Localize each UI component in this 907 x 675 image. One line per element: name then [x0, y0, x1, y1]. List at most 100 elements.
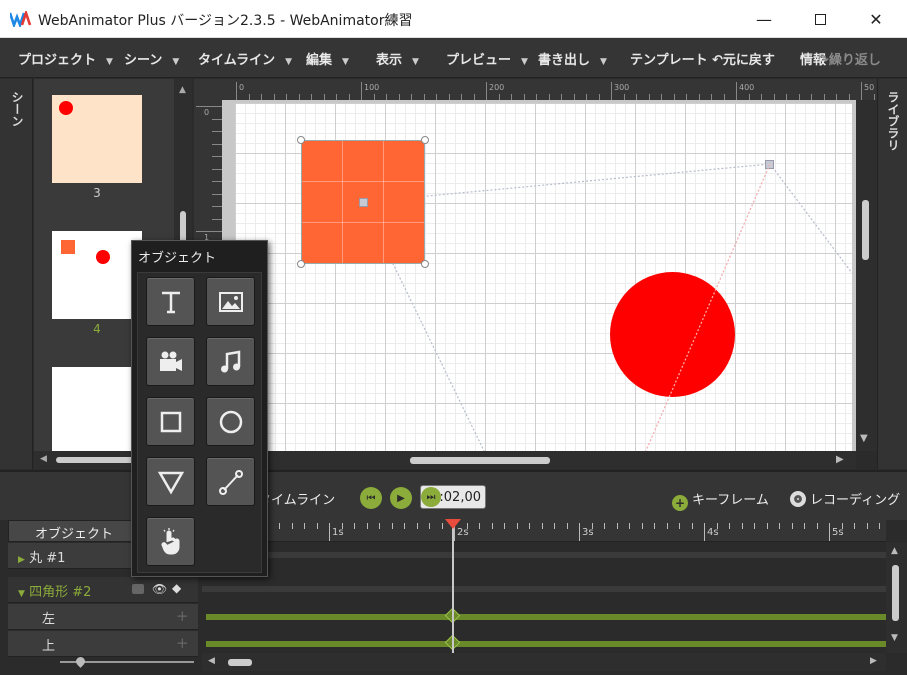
ruler-tick [212, 131, 222, 132]
recording-button[interactable]: レコーディング [790, 489, 900, 508]
timeline-row-square[interactable]: ▼ 四角形 #2 👁 ◆ [8, 577, 198, 603]
track-circle [202, 552, 886, 558]
image-tool-button[interactable] [206, 277, 255, 326]
timeline-tick [741, 523, 743, 529]
text-tool-button[interactable] [146, 277, 195, 326]
scroll-down-icon[interactable]: ▼ [860, 433, 868, 444]
ruler-corner [194, 79, 226, 100]
add-keyframe-icon[interactable]: + [176, 607, 189, 625]
play-icon: ▶ [397, 492, 405, 504]
timeline-vscroll-thumb[interactable] [892, 565, 899, 621]
scroll-down-icon[interactable]: ▼ [891, 633, 898, 643]
timeline-tick [554, 523, 555, 529]
menu-view[interactable]: 表示 ▼ [376, 49, 419, 68]
menu-timeline[interactable]: タイムライン ▼ [198, 49, 292, 68]
lock-icon[interactable] [132, 584, 144, 594]
timeline-scrollbar-vertical[interactable]: ▲ ▼ [886, 543, 907, 653]
scroll-up-icon[interactable]: ▲ [179, 85, 186, 95]
track-bar-left[interactable] [206, 614, 886, 620]
redo-button[interactable]: ↷繰り返し [818, 49, 881, 68]
ruler-tick [212, 156, 222, 157]
line-icon [218, 469, 243, 495]
ruler-label: 50 [864, 83, 875, 92]
circle-tool-button[interactable] [206, 397, 255, 446]
timeline-tick [754, 523, 755, 529]
minimize-icon: — [756, 9, 772, 29]
timeline-row-top[interactable]: 上 + [8, 631, 198, 657]
scene-hscroll-thumb[interactable] [56, 457, 136, 463]
track-bar-top[interactable] [206, 641, 886, 647]
expand-icon: ▶ [18, 555, 25, 565]
timeline-scrollbar-horizontal[interactable]: ◀ ▶ [202, 653, 886, 671]
canvas-vscroll-thumb[interactable] [862, 200, 869, 260]
timeline-hscroll-thumb[interactable] [228, 659, 252, 666]
library-panel-tab[interactable]: ライブラリ [877, 79, 907, 469]
scroll-left-icon[interactable]: ◀ [208, 656, 215, 666]
interaction-tool-button[interactable] [146, 517, 195, 566]
thumb-square [61, 240, 75, 254]
timeline-tick [429, 523, 430, 529]
menu-scene[interactable]: シーン ▼ [124, 49, 179, 68]
visibility-icon[interactable]: 👁 [152, 582, 167, 596]
rewind-button[interactable]: ⏮ [360, 487, 382, 509]
maximize-button[interactable] [797, 0, 843, 38]
timeline-tick [729, 523, 730, 529]
close-button[interactable]: ✕ [853, 0, 899, 38]
ruler-tick [212, 218, 222, 220]
timeline-tick [529, 523, 530, 529]
rectangle-tool-button[interactable] [146, 397, 195, 446]
scroll-up-icon[interactable]: ▲ [891, 546, 898, 556]
menu-export[interactable]: 書き出し ▼ [538, 49, 607, 68]
keyframe-diamond-icon[interactable]: ◆ [172, 581, 181, 595]
timeline-major-tick [829, 523, 830, 541]
video-tool-button[interactable] [146, 337, 195, 386]
minimize-button[interactable]: — [741, 0, 787, 38]
canvas-scrollbar-vertical[interactable]: ▼ [856, 100, 877, 451]
keyframe-button[interactable]: + キーフレーム [672, 489, 769, 511]
scroll-right-icon[interactable]: ▶ [836, 454, 844, 465]
object-tool-grid [137, 272, 262, 573]
undo-button[interactable]: ↶元に戻す [712, 49, 775, 68]
menu-project[interactable]: プロジェクト ▼ [18, 49, 113, 68]
scene-number: 3 [93, 186, 101, 200]
playhead-handle[interactable] [445, 519, 461, 529]
scene-thumbnail-5[interactable] [52, 367, 142, 451]
play-button[interactable]: ▶ [390, 487, 412, 509]
scene-thumbnail-4[interactable] [52, 231, 142, 319]
object-palette: オブジェクト [131, 240, 268, 577]
chevron-down-icon: ▼ [285, 57, 293, 67]
timeline-major-tick [579, 523, 580, 541]
timeline-tick [404, 523, 405, 529]
triangle-tool-button[interactable] [146, 457, 195, 506]
ruler-tick [486, 82, 487, 102]
thumb-circle [59, 101, 73, 115]
ruler-tick [212, 118, 222, 120]
library-panel-label: ライブラリ [886, 91, 900, 151]
webanimator-window: WebAnimator Plus バージョン2.3.5 - WebAnimato… [0, 0, 907, 675]
playhead-line[interactable] [452, 520, 454, 660]
scene-panel-tab[interactable]: シーン [0, 79, 33, 469]
ruler-label: 0 [204, 108, 210, 117]
canvas-scrollbar-horizontal[interactable]: ▶ [222, 451, 856, 469]
ruler-tick [212, 193, 222, 195]
menu-template[interactable]: テンプレート [630, 49, 708, 68]
stage-canvas[interactable] [235, 103, 852, 451]
scroll-right-icon[interactable]: ▶ [870, 656, 877, 666]
scroll-left-icon[interactable]: ◀ [40, 454, 47, 464]
skip-forward-button[interactable]: ⏭ [421, 487, 441, 507]
skip-back-icon: ⏮ [366, 492, 376, 504]
menu-preview[interactable]: プレビュー ▼ [446, 49, 528, 68]
canvas-hscroll-thumb[interactable] [410, 457, 550, 464]
window-title: WebAnimator Plus バージョン2.3.5 - WebAnimato… [38, 13, 413, 29]
add-keyframe-icon[interactable]: + [176, 634, 189, 652]
audio-tool-button[interactable] [206, 337, 255, 386]
timeline-tick [516, 523, 518, 529]
scene-panel-label: シーン [10, 91, 24, 127]
menu-edit[interactable]: 編集 ▼ [306, 49, 349, 68]
ruler-label: 400 [739, 83, 755, 92]
ruler-tick [196, 231, 222, 232]
scene-thumbnail-3[interactable] [52, 95, 142, 183]
line-tool-button[interactable] [206, 457, 255, 506]
timeline-row-left[interactable]: 左 + [8, 604, 198, 630]
thumb-circle [96, 250, 110, 264]
